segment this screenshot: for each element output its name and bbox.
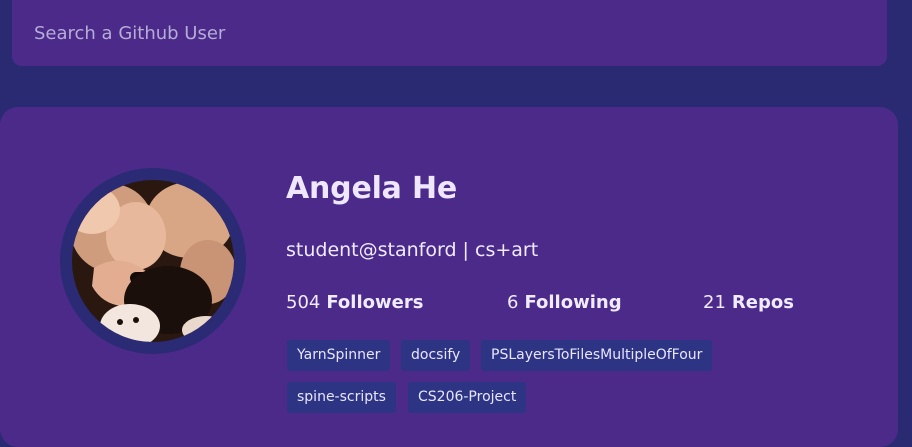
repo-tag-spine-scripts[interactable]: spine-scripts [287,382,396,413]
profile-card: Angela He student@stanford | cs+art 504 F… [0,107,898,447]
avatar-ring [60,168,246,354]
following-count: 6 [507,292,519,313]
following-label: Following [524,292,622,313]
search-bar [12,0,887,66]
repos-count: 21 [703,292,726,313]
repo-tag-docsify[interactable]: docsify [401,340,471,371]
repo-tag-cs206-project[interactable]: CS206-Project [408,382,527,413]
search-input[interactable] [32,20,856,46]
user-bio: student@stanford | cs+art [286,239,539,261]
avatar [72,180,234,342]
followers-stat: 504 Followers [286,292,423,313]
followers-count: 504 [286,292,321,313]
following-stat: 6 Following [507,292,622,313]
repos-label: Repos [731,292,794,313]
followers-label: Followers [326,292,424,313]
repo-tag-pslayers[interactable]: PSLayersToFilesMultipleOfFour [481,340,713,371]
user-name: Angela He [286,171,458,206]
repos-stat: 21 Repos [703,292,794,313]
avatar-photo [72,180,234,342]
repo-tag-yarnspinner[interactable]: YarnSpinner [287,340,391,371]
